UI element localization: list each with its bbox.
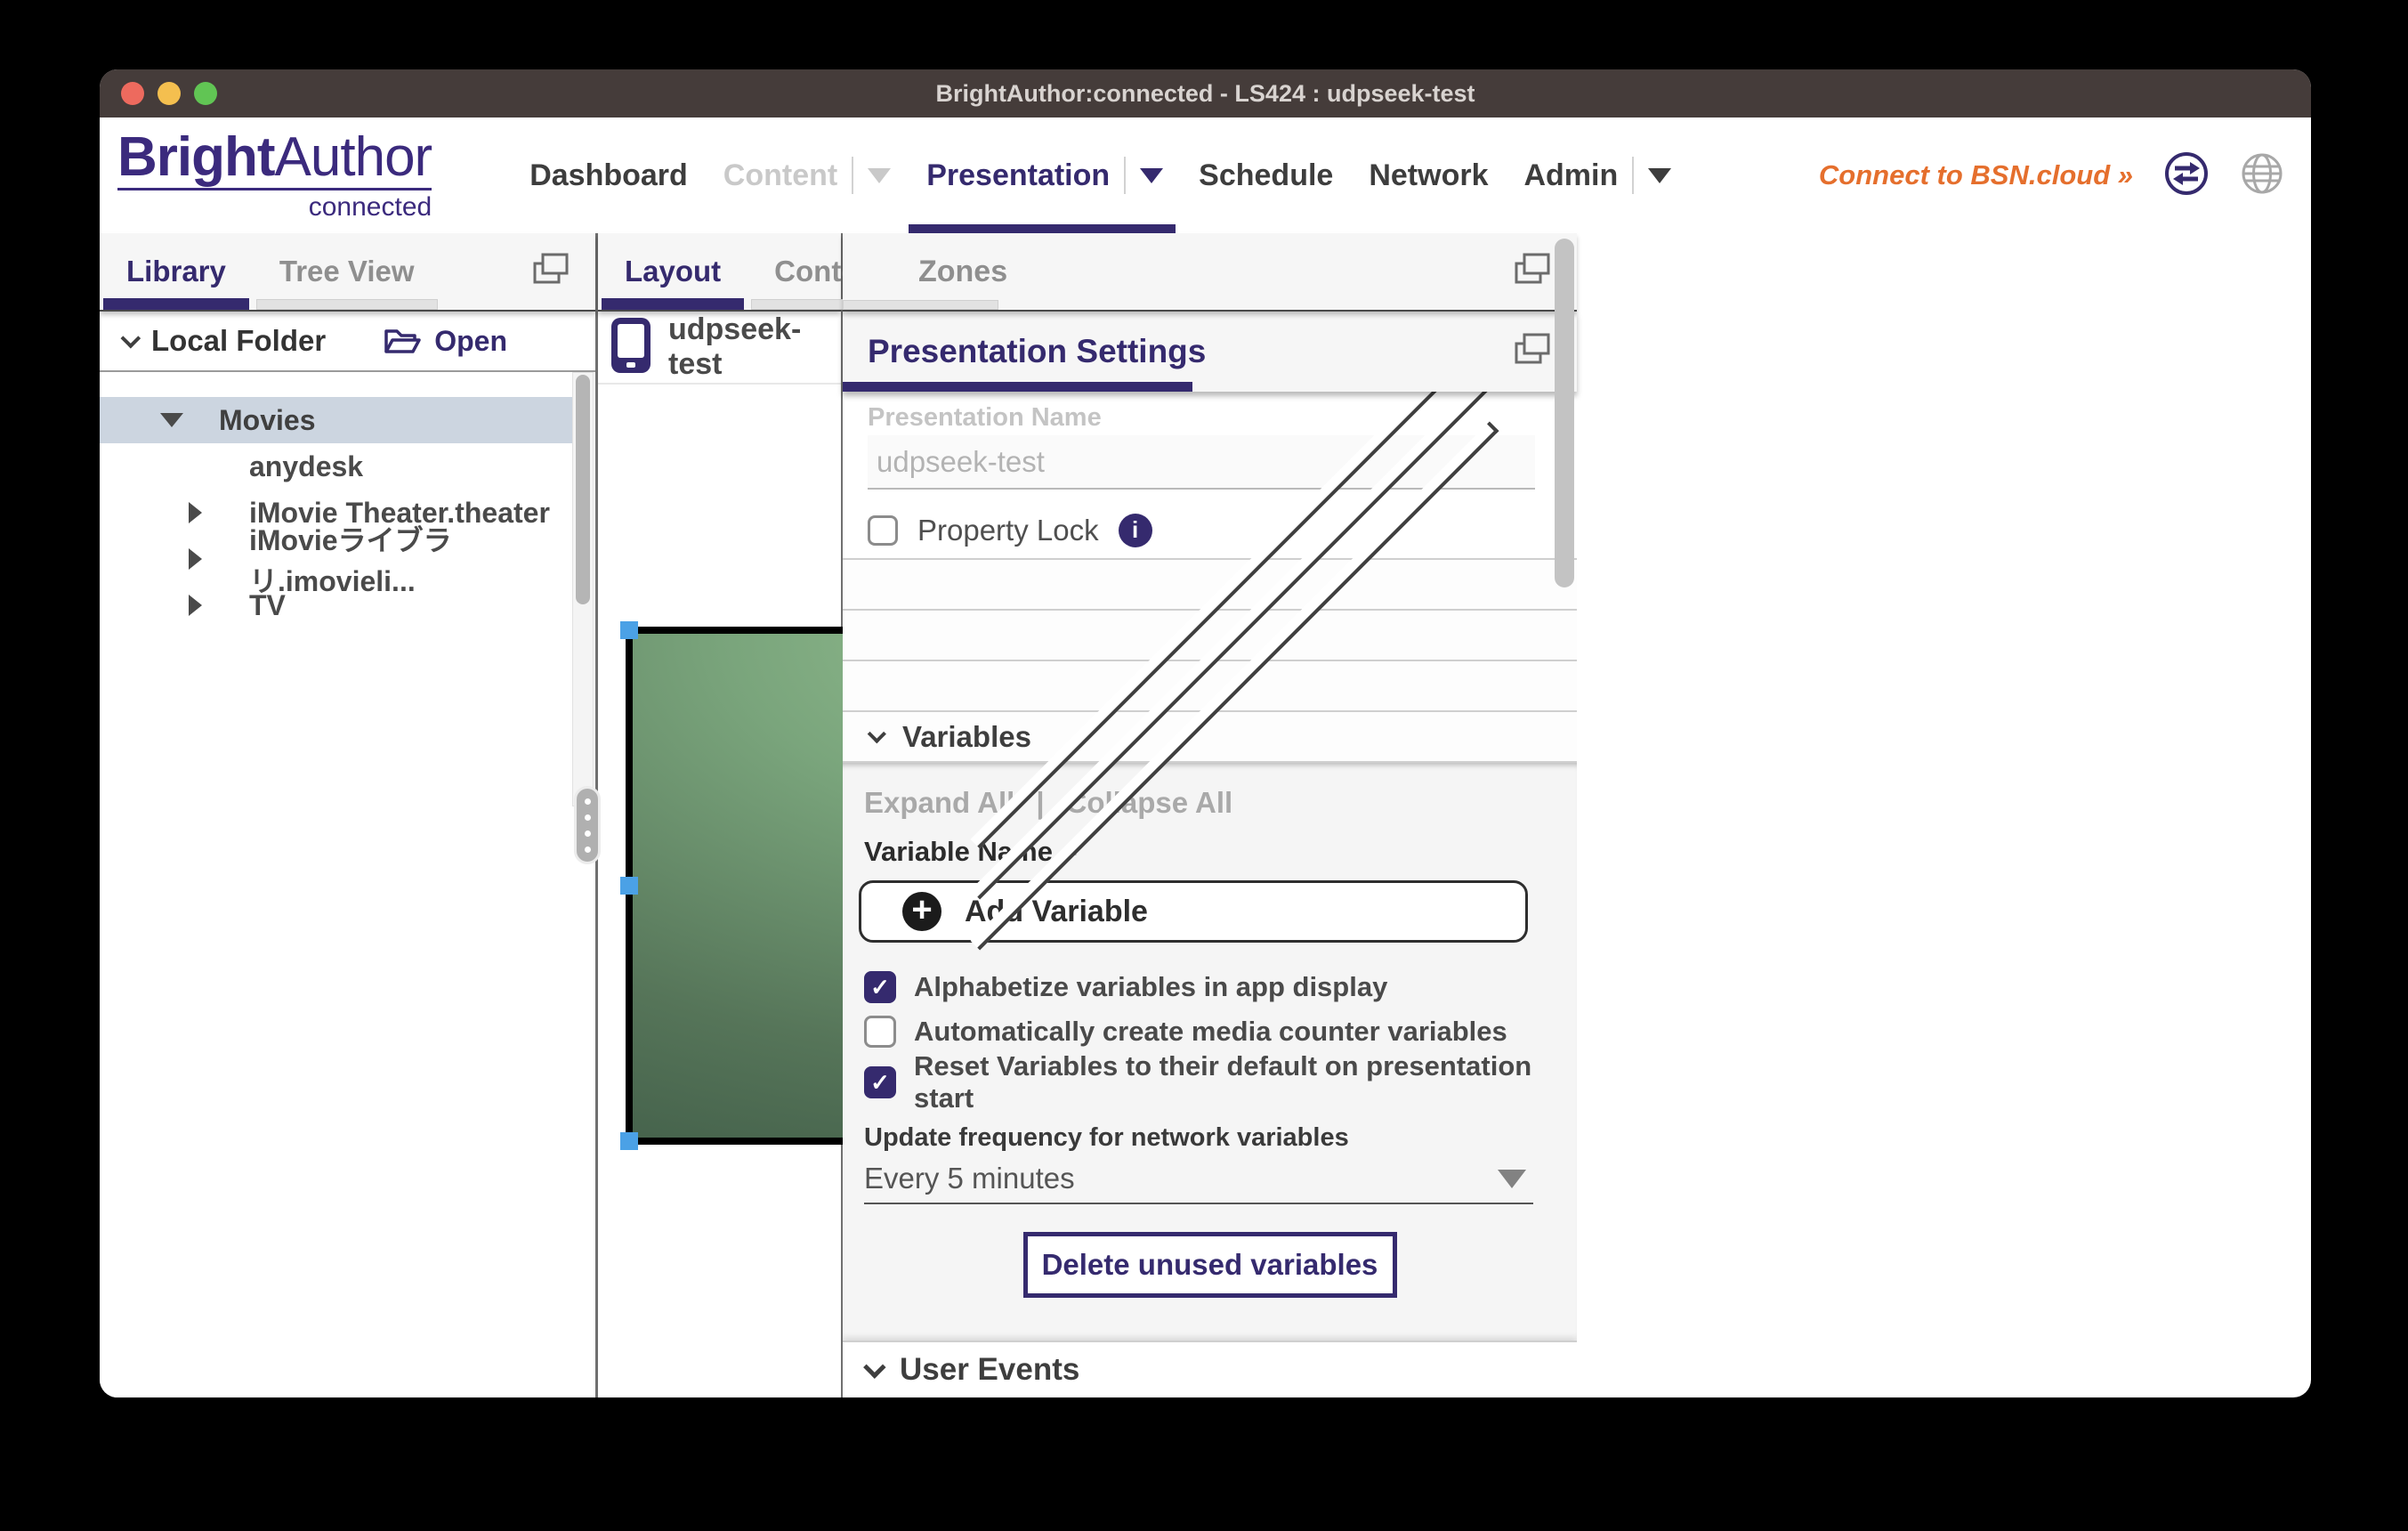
collapse-all-link[interactable]: Collapse All xyxy=(1066,786,1233,820)
editor-panel: Layout Content xyxy=(598,233,843,1397)
minimize-window-button[interactable] xyxy=(158,82,181,105)
presentation-settings-header: Presentation Settings xyxy=(843,312,1577,392)
presentation-title-row: udpseek-test xyxy=(598,312,841,385)
nav-admin[interactable]: Admin xyxy=(1523,117,1671,233)
alphabetize-checkbox[interactable] xyxy=(864,971,896,1003)
collapsed-triangle-icon[interactable] xyxy=(189,548,202,570)
collapse-panel-icon[interactable] xyxy=(531,251,572,293)
presentation-monitor-icon xyxy=(611,318,650,377)
chevron-down-icon[interactable] xyxy=(121,328,141,349)
nav-schedule[interactable]: Schedule xyxy=(1199,117,1333,233)
expanded-triangle-icon[interactable] xyxy=(160,413,183,427)
traffic-lights xyxy=(121,69,217,117)
settings-scrollbar-thumb[interactable] xyxy=(1555,239,1574,587)
property-lock-checkbox[interactable] xyxy=(868,515,898,546)
chevron-down-icon xyxy=(868,725,886,743)
chevron-down-icon[interactable] xyxy=(1140,168,1163,183)
sync-transfer-icon[interactable] xyxy=(2163,150,2210,201)
reset-variables-checkbox[interactable] xyxy=(864,1066,896,1098)
expand-all-link[interactable]: Expand All xyxy=(864,786,1014,820)
collapse-panel-icon[interactable] xyxy=(1513,251,1554,293)
variables-links: Expand All | Collapse All xyxy=(864,786,1577,820)
close-window-button[interactable] xyxy=(121,82,144,105)
open-folder-button[interactable]: Open xyxy=(383,325,507,358)
media-tree: Movies anydesk iMovie Theater.theater iM… xyxy=(100,372,595,1397)
collapse-panel-icon[interactable] xyxy=(1513,331,1554,373)
tab-layout[interactable]: Layout xyxy=(598,233,747,310)
section-presentation[interactable]: Presentation xyxy=(843,560,1577,611)
library-sidebar: Library Tree View Local Folder xyxy=(100,233,598,1397)
tree-item-imovie-library[interactable]: iMovieライブラリ.imovieli... xyxy=(100,536,572,582)
tab-library[interactable]: Library xyxy=(100,233,253,310)
editor-tabs: Layout Content xyxy=(598,233,841,312)
option-reset-variables: Reset Variables to their default on pres… xyxy=(864,1066,1577,1098)
chevron-down-icon[interactable] xyxy=(1648,168,1671,183)
local-folder-label: Local Folder xyxy=(151,324,326,358)
option-alphabetize: Alphabetize variables in app display xyxy=(864,971,1577,1003)
nav-presentation[interactable]: Presentation xyxy=(926,117,1163,233)
nav-dashboard[interactable]: Dashboard xyxy=(529,117,688,233)
add-variable-button[interactable]: + Add Variable xyxy=(859,880,1528,943)
header-right: Connect to BSN.cloud » xyxy=(1819,150,2284,201)
app-window: BrightAuthor:connected - LS424 : udpseek… xyxy=(100,69,2311,1397)
sidebar-scrollbar[interactable] xyxy=(572,372,594,806)
section-user-events[interactable]: User Events xyxy=(843,1341,1577,1397)
resize-handle-sw[interactable] xyxy=(620,1132,638,1150)
app-header: BrightAuthor connected Dashboard Content… xyxy=(100,117,2311,233)
media-counter-checkbox[interactable] xyxy=(864,1016,896,1048)
layout-canvas[interactable]: Zone 1 xyxy=(598,385,841,1397)
settings-panel: Zones Presentation Settings xyxy=(843,233,1577,1397)
zones-header: Zones xyxy=(843,233,1577,312)
collapsed-triangle-icon[interactable] xyxy=(189,595,202,616)
plus-icon: + xyxy=(902,892,941,931)
option-media-counter: Automatically create media counter varia… xyxy=(864,1016,1577,1048)
local-folder-row: Local Folder Open xyxy=(100,312,595,372)
update-frequency-label: Update frequency for network variables xyxy=(864,1122,1577,1154)
zones-title: Zones xyxy=(918,255,1007,289)
panel-splitter-grip[interactable] xyxy=(574,786,601,864)
brightauthor-logo: BrightAuthor connected xyxy=(117,128,432,222)
property-lock-label: Property Lock xyxy=(917,514,1099,547)
main-nav: Dashboard Content Presentation Schedule … xyxy=(529,117,1671,233)
titlebar: BrightAuthor:connected - LS424 : udpseek… xyxy=(100,69,2311,117)
property-lock-row: Property Lock i xyxy=(868,508,1577,552)
tree-item-anydesk[interactable]: anydesk xyxy=(100,443,572,490)
sidebar-scrollbar-thumb[interactable] xyxy=(576,375,590,604)
app-body: Library Tree View Local Folder xyxy=(100,233,2311,1397)
settings-body: Presentation Name udpseek-test Property … xyxy=(843,392,1577,1397)
presentation-settings-title: Presentation Settings xyxy=(868,333,1206,370)
tree-item-movies[interactable]: Movies xyxy=(100,397,572,443)
chevron-down-icon xyxy=(1498,1170,1526,1188)
globe-language-icon[interactable] xyxy=(2240,151,2284,200)
delete-unused-variables-button[interactable]: Delete unused variables xyxy=(1023,1232,1397,1298)
update-frequency-select[interactable]: Every 5 minutes xyxy=(864,1162,1533,1204)
nav-content: Content xyxy=(723,117,891,233)
presentation-title: udpseek-test xyxy=(668,312,841,382)
settings-accordion: Presentation Support Content i Internal … xyxy=(843,558,1577,763)
logo-bold: Bright xyxy=(117,126,275,188)
connect-bsn-link[interactable]: Connect to BSN.cloud » xyxy=(1819,159,2133,191)
logo-subtitle: connected xyxy=(117,192,432,223)
chevron-down-icon xyxy=(863,1356,885,1378)
tab-tree-view[interactable]: Tree View xyxy=(253,233,441,310)
info-icon[interactable]: i xyxy=(1119,514,1152,547)
nav-network[interactable]: Network xyxy=(1369,117,1488,233)
chevron-down-icon xyxy=(868,168,891,183)
collapsed-triangle-icon[interactable] xyxy=(189,502,202,523)
resize-handle-w[interactable] xyxy=(620,877,638,895)
sidebar-tabs: Library Tree View xyxy=(100,233,595,312)
logo-regular: Author xyxy=(275,126,432,188)
window-title: BrightAuthor:connected - LS424 : udpseek… xyxy=(935,80,1475,108)
open-folder-icon xyxy=(383,325,422,357)
resize-handle-nw[interactable] xyxy=(620,621,638,639)
variables-section: Expand All | Collapse All Variable Name … xyxy=(843,763,1577,1341)
zoom-window-button[interactable] xyxy=(194,82,217,105)
